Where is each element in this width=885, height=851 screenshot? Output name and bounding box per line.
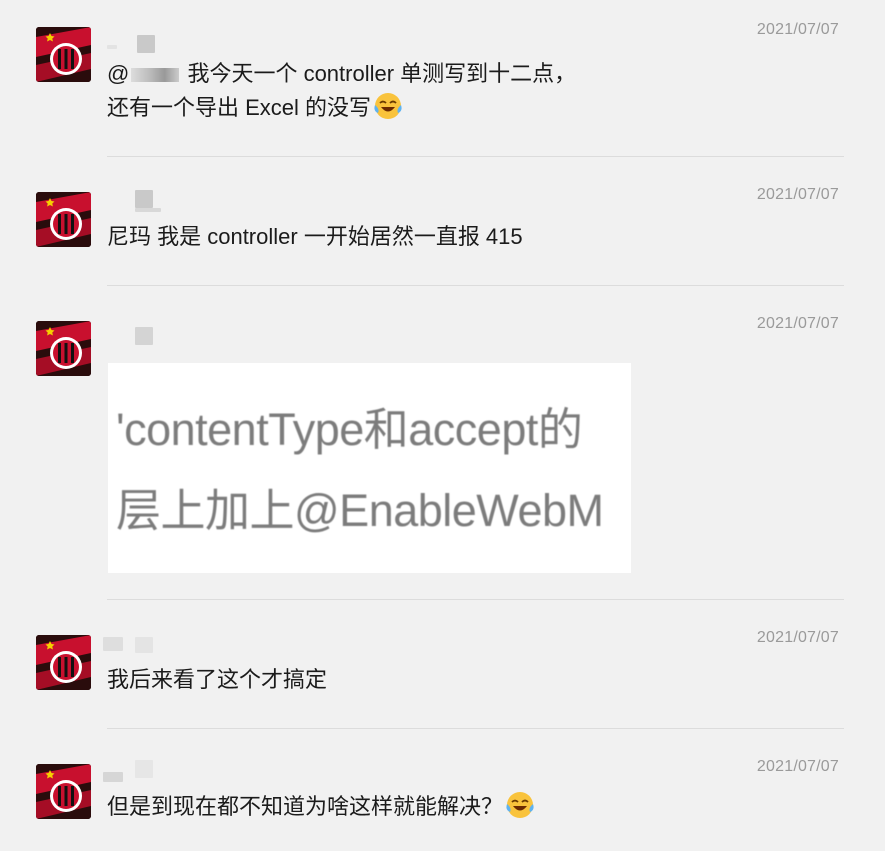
message-text: @ 我今天一个 controller 单测写到十二点， 还有一个导出 Excel… xyxy=(107,57,576,125)
message-line-2: 还有一个导出 Excel 的没写 xyxy=(107,95,372,120)
mention-prefix: @ xyxy=(107,61,130,86)
ac-milan-crest-icon xyxy=(36,635,91,690)
message-divider xyxy=(107,599,844,600)
ac-milan-crest-icon xyxy=(36,321,91,376)
message-timestamp: 2021/07/07 xyxy=(756,21,839,38)
message-text: 我后来看了这个才搞定 xyxy=(107,667,328,692)
image-text-line-2: 层上加上@EnableWebM xyxy=(116,485,604,536)
message-text: 尼玛 我是 controller 一开始居然一直报 415 xyxy=(107,224,523,249)
ac-milan-crest-icon xyxy=(36,764,91,819)
sender-name-redacted xyxy=(103,760,163,782)
message-timestamp: 2021/07/07 xyxy=(756,629,839,646)
sender-name-redacted xyxy=(103,35,163,55)
message-line-1: 我今天一个 controller 单测写到十二点， xyxy=(181,61,577,86)
image-attachment[interactable]: 'contentType和accept的 层上加上@EnableWebM xyxy=(108,363,631,573)
mention-name-redacted xyxy=(131,68,180,82)
message-text: 但是到现在都不知道为啥这样就能解决？ xyxy=(107,790,535,824)
message-divider xyxy=(107,728,844,729)
ac-milan-crest-icon xyxy=(36,27,91,82)
avatar[interactable] xyxy=(36,635,91,690)
avatar[interactable] xyxy=(36,192,91,247)
message-line-1: 但是到现在都不知道为啥这样就能解决？ xyxy=(107,794,504,819)
avatar[interactable] xyxy=(36,764,91,819)
laughing-crying-emoji-icon xyxy=(506,792,534,818)
avatar[interactable] xyxy=(36,27,91,82)
sender-name-redacted xyxy=(103,190,163,212)
message-timestamp: 2021/07/07 xyxy=(756,758,839,775)
image-text-line-1: 'contentType和accept的 xyxy=(116,404,583,455)
sender-name-redacted xyxy=(103,327,163,347)
sender-name-redacted xyxy=(103,635,163,655)
message-divider xyxy=(107,285,844,286)
laughing-crying-emoji-icon xyxy=(374,93,402,119)
message-divider xyxy=(107,156,844,157)
chat-history: 2021/07/07 @ 我今天一个 controller 单测写到十二点， 还… xyxy=(0,0,885,851)
ac-milan-crest-icon xyxy=(36,192,91,247)
avatar[interactable] xyxy=(36,321,91,376)
message-timestamp: 2021/07/07 xyxy=(756,315,839,332)
message-timestamp: 2021/07/07 xyxy=(756,186,839,203)
